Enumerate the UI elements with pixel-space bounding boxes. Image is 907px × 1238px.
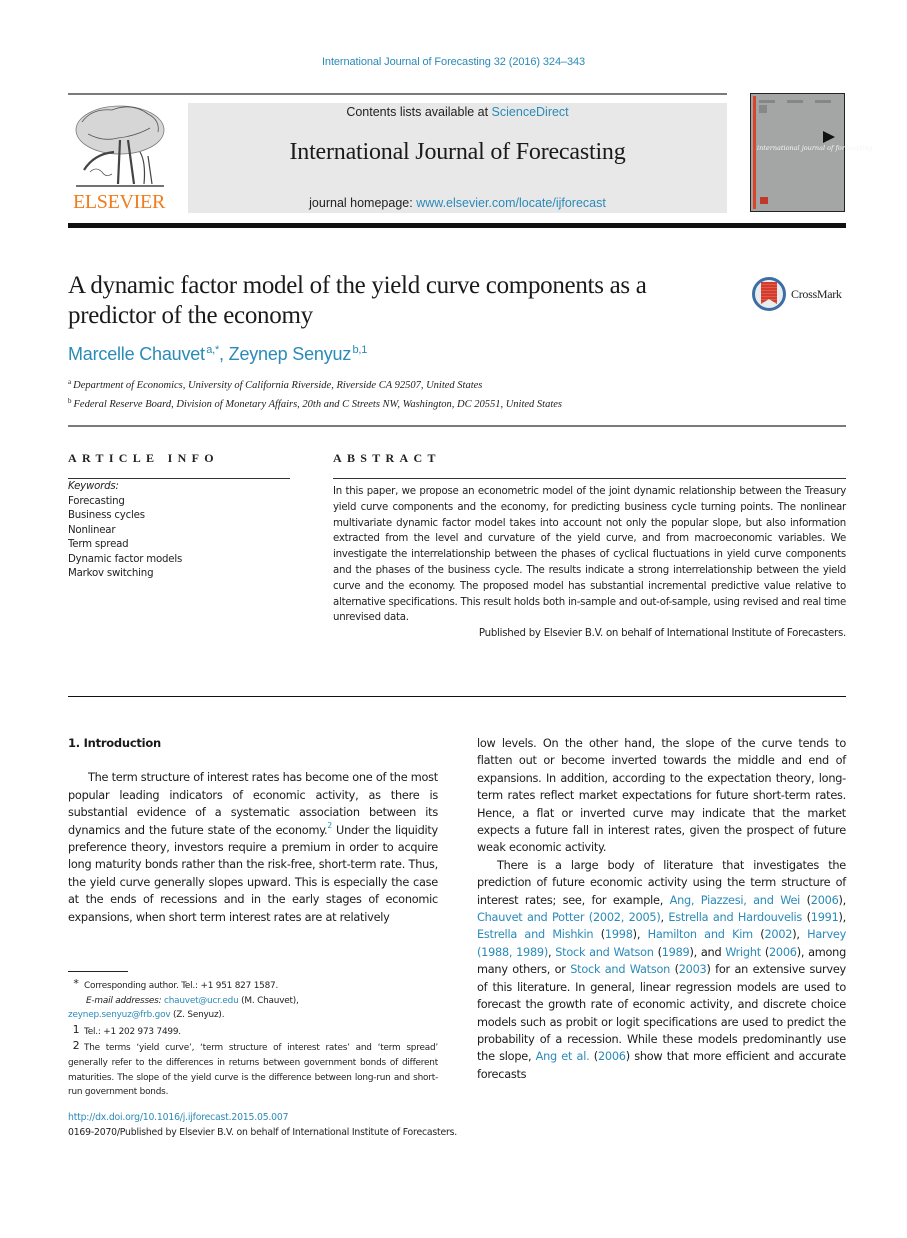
abstract-rule: [333, 478, 846, 479]
author-marks[interactable]: b,1: [352, 344, 367, 356]
author-list: Marcelle Chauvet a,*, Zeynep Senyuz b,1: [68, 344, 368, 364]
author-marks[interactable]: a,*: [206, 344, 219, 356]
abstract-heading: ABSTRACT: [333, 451, 441, 465]
paragraph: The term structure of interest rates has…: [68, 771, 438, 924]
header-thick-rule: [68, 223, 846, 228]
keyword: Term spread: [68, 539, 129, 550]
footnote-mark: 1: [72, 1022, 80, 1036]
article-title: A dynamic factor model of the yield curv…: [68, 272, 647, 329]
doi-block: http://dx.doi.org/10.1016/j.ijforecast.2…: [68, 1110, 457, 1140]
author-name[interactable]: Marcelle Chauvet: [68, 344, 205, 364]
keywords-label: Keywords:: [68, 481, 119, 492]
abstract-body: In this paper, we propose an econometric…: [333, 484, 846, 642]
citation-link[interactable]: Estrella and Hardouvelis: [668, 911, 802, 924]
citation-link[interactable]: 2002: [764, 928, 792, 941]
author-name[interactable]: Zeynep Senyuz: [229, 344, 352, 364]
abstract-text: In this paper, we propose an econometric…: [333, 486, 846, 624]
body-column-right: low levels. On the other hand, the slope…: [477, 735, 846, 1083]
running-head[interactable]: International Journal of Forecasting 32 …: [0, 56, 907, 68]
footnote-1: 1 Tel.: +1 202 973 7499.: [68, 1023, 438, 1040]
citation-link[interactable]: Hamilton and Kim: [648, 928, 754, 941]
journal-cover-thumbnail[interactable]: international journal of forecasting: [750, 93, 873, 212]
citation-link[interactable]: Ang et al.: [536, 1050, 590, 1063]
contents-available-line: Contents lists available at ScienceDirec…: [346, 105, 569, 119]
footnote-corresponding: * Corresponding author. Tel.: +1 951 827 …: [68, 977, 438, 994]
citation-link[interactable]: Estrella and Mishkin: [477, 928, 594, 941]
citation-link[interactable]: Wright: [725, 946, 761, 959]
journal-homepage-line: journal homepage: www.elsevier.com/locat…: [309, 196, 606, 210]
elsevier-wordmark: ELSEVIER: [72, 191, 166, 213]
citation-link[interactable]: Stock and Watson: [555, 946, 654, 959]
citation-link[interactable]: 2006: [811, 894, 839, 907]
crossmark-button[interactable]: CrossMark: [752, 277, 850, 313]
body-column-left: 1. Introduction The term structure of in…: [68, 735, 438, 926]
citation-link[interactable]: Ang, Piazzesi, and Wei: [670, 894, 801, 907]
citation-link[interactable]: Chauvet and Potter (2002, 2005): [477, 911, 661, 924]
cover-publisher-badge-icon: [760, 197, 768, 204]
affiliation: b Federal Reserve Board, Division of Mone…: [68, 397, 563, 410]
section-rule: [68, 425, 846, 427]
keyword: Nonlinear: [68, 524, 116, 536]
section-heading: 1. Introduction: [68, 736, 161, 750]
paragraph: low levels. On the other hand, the slope…: [477, 737, 846, 855]
journal-banner: Contents lists available at ScienceDirec…: [188, 103, 727, 213]
cover-stripe: [753, 96, 756, 209]
keyword: Business cycles: [68, 510, 145, 521]
citation-link[interactable]: 2006: [769, 946, 797, 959]
footnote-rule: [68, 971, 128, 972]
email-link[interactable]: zeynep.senyuz@frb.gov: [68, 1010, 171, 1020]
citation-link[interactable]: 1991: [811, 911, 839, 924]
journal-homepage-link[interactable]: www.elsevier.com/locate/ijforecast: [416, 196, 606, 210]
doi-link[interactable]: http://dx.doi.org/10.1016/j.ijforecast.2…: [68, 1110, 457, 1125]
keyword: Forecasting: [68, 495, 125, 507]
footnote-emails: E-mail addresses: chauvet@ucr.edu (M. Ch…: [86, 995, 299, 1006]
citation-link[interactable]: 2006: [598, 1050, 626, 1063]
paragraph: There is a large body of literature that…: [477, 858, 847, 1081]
header-rule: [68, 93, 727, 95]
citation-link[interactable]: 2003: [679, 963, 707, 976]
sciencedirect-link[interactable]: ScienceDirect: [492, 105, 569, 119]
cover-arrow-icon: [823, 131, 835, 143]
article-info-rule: [68, 478, 290, 479]
cover-title: international journal of forecasting: [757, 144, 873, 152]
journal-title: International Journal of Forecasting: [289, 139, 626, 165]
footnote-mark: 2: [72, 1039, 80, 1053]
abstract-publisher-note: Published by Elsevier B.V. on behalf of …: [478, 628, 846, 640]
keywords-list: Keywords: Forecasting Business cycles No…: [68, 480, 182, 582]
article-info-heading: ARTICLE INFO: [68, 451, 219, 465]
elsevier-tree-icon: [75, 105, 165, 187]
cover-logo-icon: [759, 105, 767, 113]
footnotes: * Corresponding author. Tel.: +1 951 827 …: [68, 977, 438, 1100]
footnote-mark: *: [73, 977, 79, 990]
citation-link[interactable]: Stock and Watson: [570, 963, 670, 976]
citation-link[interactable]: 1998: [605, 928, 633, 941]
crossmark-label: CrossMark: [791, 287, 842, 301]
footnote-emails-cont: zeynep.senyuz@frb.gov (Z. Senyuz).: [68, 1010, 225, 1021]
email-link[interactable]: chauvet@ucr.edu: [164, 996, 239, 1006]
affiliation: a Department of Economics, University of …: [68, 378, 483, 391]
copyright-line: 0169-2070/Published by Elsevier B.V. on …: [68, 1127, 458, 1138]
keyword: Markov switching: [68, 568, 154, 579]
body-rule: [68, 696, 846, 697]
cover-topbar: [759, 100, 839, 103]
elsevier-logo[interactable]: ELSEVIER: [68, 100, 170, 214]
footnote-2: 2 The terms ‘yield curve’, ‘term structur…: [68, 1039, 438, 1098]
keyword: Dynamic factor models: [68, 553, 183, 565]
citation-link[interactable]: 1989: [662, 946, 690, 959]
